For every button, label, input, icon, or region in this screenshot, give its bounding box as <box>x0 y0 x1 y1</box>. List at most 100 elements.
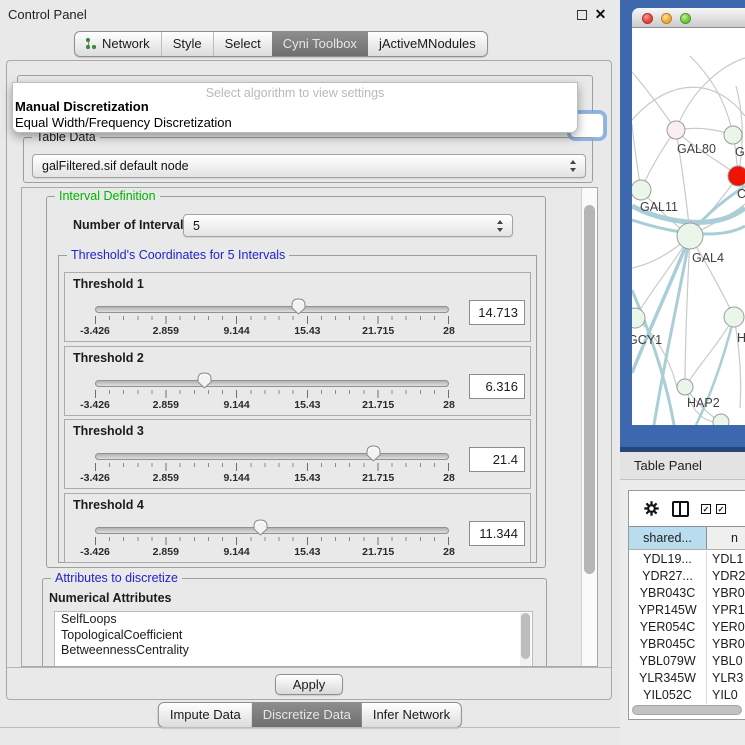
cell-shared-name[interactable]: YBR043C <box>629 585 707 602</box>
slider-axis-labels: -3.4262.8599.14415.4321.71528 <box>95 399 449 411</box>
checkbox-icon[interactable]: ✓ <box>701 504 711 514</box>
network-edge[interactable] <box>676 58 745 130</box>
algorithm-option-manual-discretization[interactable]: Manual Discretization <box>15 99 149 114</box>
cell-shared-name[interactable]: YBR045C <box>629 636 707 653</box>
table-row[interactable]: YBR043CYBR0 <box>629 585 745 602</box>
right-pane: GAL80GACGAL11GAL4GCY1HHAP2 Table Panel ✓… <box>620 0 745 745</box>
settings-scrollbar[interactable] <box>581 188 597 666</box>
attribute-item-betweennesscentrality[interactable]: BetweennessCentrality <box>55 643 532 659</box>
axis-label: 9.144 <box>223 546 249 558</box>
table-row[interactable]: YDR27...YDR2 <box>629 568 745 585</box>
network-node[interactable] <box>713 414 729 425</box>
tab-infer-network[interactable]: Infer Network <box>362 703 461 727</box>
cell-name[interactable]: YDL1 <box>707 551 745 568</box>
network-edge[interactable] <box>690 56 733 135</box>
cell-name[interactable]: YBL0 <box>707 653 745 670</box>
node-label: GAL80 <box>677 142 716 156</box>
table-row[interactable]: YBR045CYBR0 <box>629 636 745 653</box>
threshold-value-field[interactable]: 21.4 <box>469 447 525 472</box>
threshold-slider-thumb[interactable] <box>291 298 306 315</box>
algorithm-option-equal-width-frequency-discretization[interactable]: Equal Width/Frequency Discretization <box>15 115 232 130</box>
combo-stepper-icon <box>569 160 577 172</box>
attributes-scrollbar[interactable] <box>520 613 531 667</box>
cell-shared-name[interactable]: YER054C <box>629 619 707 636</box>
node-label: GAL11 <box>640 200 678 214</box>
table-row[interactable]: YLR345WYLR3 <box>629 670 745 687</box>
cell-shared-name[interactable]: YIL052C <box>629 687 707 704</box>
apply-button[interactable]: Apply <box>275 674 343 695</box>
cell-name[interactable]: YIL0 <box>707 687 745 704</box>
attributes-group-label: Attributes to discretize <box>51 571 182 585</box>
column-layout-icon[interactable] <box>672 501 689 517</box>
table-rows: YDL19...YDL1YDR27...YDR2YBR043CYBR0YPR14… <box>629 551 745 704</box>
table-row[interactable]: YIL052CYIL0 <box>629 687 745 704</box>
network-node-ga[interactable] <box>724 126 742 144</box>
axis-label: 9.144 <box>223 325 249 337</box>
column-header-shared-name[interactable]: shared... <box>629 527 707 549</box>
float-window-icon[interactable] <box>577 10 587 20</box>
numerical-attributes-list[interactable]: SelfLoopsTopologicalCoefficientBetweenne… <box>54 611 533 667</box>
axis-label: 15.43 <box>294 546 320 558</box>
cell-shared-name[interactable]: YPR145W <box>629 602 707 619</box>
network-view-canvas[interactable]: GAL80GACGAL11GAL4GCY1HHAP2 <box>632 28 745 425</box>
cell-shared-name[interactable]: YDL19... <box>629 551 707 568</box>
table-row[interactable]: YER054CYER0 <box>629 619 745 636</box>
threshold-value-field[interactable]: 6.316 <box>469 374 525 399</box>
cell-name[interactable]: YBR0 <box>707 636 745 653</box>
threshold-slider-track[interactable] <box>95 380 449 387</box>
threshold-slider-thumb[interactable] <box>197 372 212 389</box>
tab-style[interactable]: Style <box>161 32 213 56</box>
threshold-slider-track[interactable] <box>95 453 449 460</box>
network-node-gal80[interactable] <box>667 121 685 139</box>
attribute-item-selfloops[interactable]: SelfLoops <box>55 612 532 628</box>
minimize-traffic-light-icon[interactable] <box>661 13 672 24</box>
network-node-h[interactable] <box>724 307 744 327</box>
settings-scrollbar-thumb[interactable] <box>584 205 595 574</box>
table-data-select[interactable]: galFiltered.sif default node <box>32 154 586 178</box>
tab-cyni-toolbox[interactable]: Cyni Toolbox <box>272 32 368 56</box>
table-toolbar: ✓ ✓ <box>629 491 745 526</box>
network-edge[interactable] <box>632 72 676 130</box>
network-window-titlebar[interactable] <box>632 8 745 28</box>
network-node-c[interactable] <box>728 166 745 186</box>
threshold-slider-thumb[interactable] <box>366 445 381 462</box>
cell-shared-name[interactable]: YBL079W <box>629 653 707 670</box>
network-node-hap2[interactable] <box>677 379 693 395</box>
close-icon[interactable]: ✕ <box>594 8 607 21</box>
attribute-item-topologicalcoefficient[interactable]: TopologicalCoefficient <box>55 628 532 644</box>
column-header-name[interactable]: n <box>707 527 745 549</box>
table-row[interactable]: YDL19...YDL1 <box>629 551 745 568</box>
cell-name[interactable]: YER0 <box>707 619 745 636</box>
tab-impute-data[interactable]: Impute Data <box>159 703 252 727</box>
number-of-intervals-select[interactable]: 5 <box>183 214 513 237</box>
checkbox-icon[interactable]: ✓ <box>716 504 726 514</box>
gear-icon[interactable] <box>643 500 660 517</box>
table-row[interactable]: YPR145WYPR1 <box>629 602 745 619</box>
threshold-slider-thumb[interactable] <box>253 519 268 536</box>
tab-discretize-data[interactable]: Discretize Data <box>252 703 362 727</box>
table-row[interactable]: YBL079WYBL0 <box>629 653 745 670</box>
zoom-traffic-light-icon[interactable] <box>680 13 691 24</box>
network-node-gal4[interactable] <box>677 223 703 249</box>
network-node-gal11[interactable] <box>632 180 651 200</box>
table-panel-header: Table Panel <box>620 452 745 480</box>
network-edge[interactable] <box>690 236 734 317</box>
cell-shared-name[interactable]: YDR27... <box>629 568 707 585</box>
tab-jactivemnodules[interactable]: jActiveMNodules <box>368 32 487 56</box>
tab-select[interactable]: Select <box>213 32 272 56</box>
close-traffic-light-icon[interactable] <box>642 13 653 24</box>
threshold-value-field[interactable]: 14.713 <box>469 300 525 325</box>
threshold-value-field[interactable]: 11.344 <box>469 521 525 546</box>
network-edge[interactable] <box>685 317 734 387</box>
node-label: GCY1 <box>632 333 662 347</box>
cell-shared-name[interactable]: YLR345W <box>629 670 707 687</box>
cell-name[interactable]: YBR0 <box>707 585 745 602</box>
tab-network[interactable]: Network <box>75 32 161 56</box>
threshold-slider-track[interactable] <box>95 306 449 313</box>
cell-name[interactable]: YPR1 <box>707 602 745 619</box>
cell-name[interactable]: YDR2 <box>707 568 745 585</box>
threshold-slider-track[interactable] <box>95 527 449 534</box>
table-horizontal-scrollbar[interactable] <box>632 705 742 715</box>
node-label: GA <box>735 145 745 159</box>
cell-name[interactable]: YLR3 <box>707 670 745 687</box>
